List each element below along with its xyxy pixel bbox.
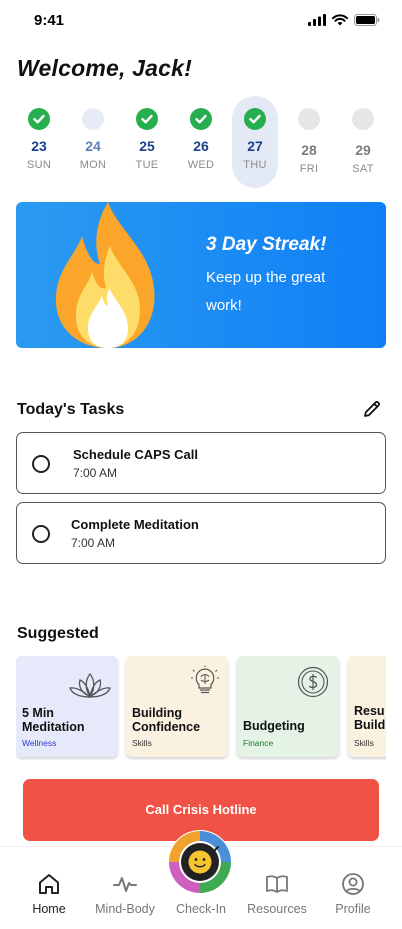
card-title-line2: Confidence: [132, 720, 201, 734]
card-title-line1: Resu: [354, 704, 385, 718]
day-wed[interactable]: 26 WED: [178, 96, 224, 188]
task-checkbox[interactable]: [32, 525, 50, 543]
card-tag: Skills: [354, 738, 374, 748]
day-thu-today[interactable]: 27 THU: [232, 96, 278, 188]
task-time: 7:00 AM: [73, 466, 118, 480]
empty-dot-icon: [352, 108, 374, 130]
check-icon: [190, 108, 212, 130]
user-icon: [342, 873, 364, 895]
battery-icon: [354, 14, 380, 26]
home-icon: [39, 874, 59, 894]
tab-mind-body[interactable]: Mind-Body: [85, 847, 165, 929]
card-tag: Skills: [132, 738, 152, 748]
card-title: Budgeting: [243, 719, 305, 733]
tab-label: Mind-Body: [95, 902, 155, 916]
streak-banner[interactable]: 3 Day Streak! Keep up the great work!: [16, 202, 386, 348]
task-item[interactable]: Complete Meditation 7:00 AM: [16, 502, 386, 564]
day-number: 25: [139, 138, 155, 154]
empty-dot-icon: [298, 108, 320, 130]
task-item[interactable]: Schedule CAPS Call 7:00 AM: [16, 432, 386, 494]
pencil-icon[interactable]: [361, 398, 383, 420]
check-icon: [136, 108, 158, 130]
lotus-icon: [69, 672, 111, 698]
suggested-card-confidence[interactable]: Building Confidence Skills: [126, 656, 228, 757]
day-sun[interactable]: 23 SUN: [16, 96, 62, 188]
wifi-icon: [332, 14, 348, 26]
day-number: 28: [301, 142, 317, 158]
card-title-line2: Meditation: [22, 720, 85, 734]
day-name: FRI: [299, 163, 319, 175]
task-title: Complete Meditation: [71, 517, 199, 532]
tab-label: Home: [32, 902, 66, 916]
suggested-carousel[interactable]: 5 Min Meditation Wellness Building Confi…: [16, 656, 386, 760]
day-name: WED: [187, 159, 215, 171]
signal-icon: [308, 14, 326, 26]
day-mon[interactable]: 24 MON: [70, 96, 116, 188]
day-sat[interactable]: 29 SAT: [340, 96, 386, 188]
day-number: 26: [193, 138, 209, 154]
suggested-card-meditation[interactable]: 5 Min Meditation Wellness: [16, 656, 118, 757]
card-title-line2: Build: [354, 718, 386, 732]
status-bar: 9:41: [0, 0, 402, 44]
flame-icon: [55, 202, 155, 348]
status-time: 9:41: [34, 12, 65, 29]
pulse-icon: [113, 877, 137, 892]
tasks-heading: Today's Tasks: [17, 401, 125, 418]
day-name: SUN: [26, 159, 52, 171]
suggested-heading: Suggested: [17, 625, 99, 642]
lightbulb-brain-icon: [191, 665, 219, 694]
streak-title: 3 Day Streak!: [206, 234, 327, 255]
welcome-heading: Welcome, Jack!: [17, 55, 192, 81]
card-tag: Wellness: [22, 738, 57, 748]
week-tracker: 23 SUN 24 MON 25 TUE 26 WED 27 THU 28 FR…: [12, 96, 392, 188]
suggested-card-budgeting[interactable]: Budgeting Finance: [237, 656, 339, 757]
card-title-line1: 5 Min: [22, 706, 54, 720]
card-title-line1: Building: [132, 706, 182, 720]
day-name: TUE: [135, 159, 159, 171]
day-name: MON: [79, 159, 107, 171]
check-icon: [28, 108, 50, 130]
tab-resources[interactable]: Resources: [237, 847, 317, 929]
day-number: 24: [85, 138, 101, 154]
day-number: 23: [31, 138, 47, 154]
task-time: 7:00 AM: [71, 536, 116, 550]
book-icon: [266, 875, 288, 893]
task-title: Schedule CAPS Call: [73, 447, 198, 462]
empty-dot-icon: [82, 108, 104, 130]
day-number: 27: [247, 138, 263, 154]
day-name: THU: [243, 159, 267, 171]
day-tue[interactable]: 25 TUE: [124, 96, 170, 188]
tab-home[interactable]: Home: [9, 847, 89, 929]
streak-message: Keep up the great work!: [206, 269, 326, 314]
tab-label: Profile: [335, 902, 371, 916]
tab-profile[interactable]: Profile: [313, 847, 393, 929]
tab-label: Resources: [247, 902, 307, 916]
day-number: 29: [355, 142, 371, 158]
dollar-coin-icon: [297, 666, 329, 698]
tab-label: Check-In: [175, 902, 227, 916]
smiley-ring-icon[interactable]: [167, 829, 233, 895]
task-checkbox[interactable]: [32, 455, 50, 473]
check-icon: [244, 108, 266, 130]
day-fri[interactable]: 28 FRI: [286, 96, 332, 188]
suggested-card-resume[interactable]: Resu Build Skills: [348, 656, 386, 757]
card-tag: Finance: [243, 738, 274, 748]
status-icons: [308, 14, 380, 26]
day-name: SAT: [352, 163, 374, 175]
